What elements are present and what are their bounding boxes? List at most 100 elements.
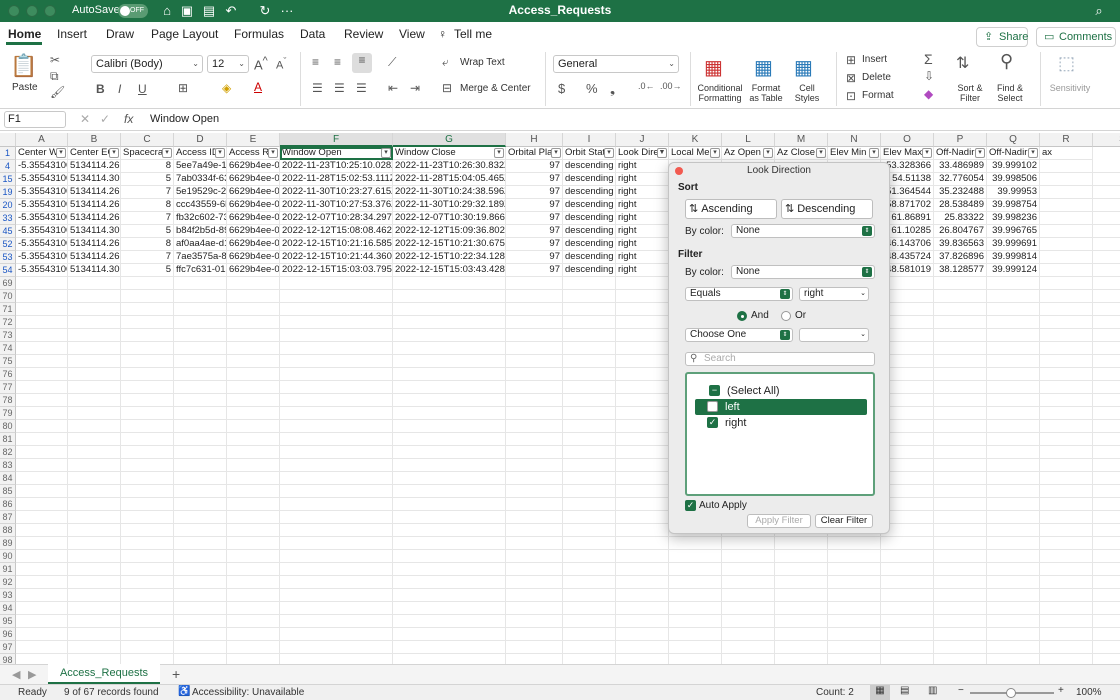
empty-cell[interactable] [68,537,121,550]
tab-review[interactable]: Review [344,27,383,41]
italic-icon[interactable]: I [118,82,121,96]
empty-cell[interactable] [393,641,506,654]
table-cell[interactable]: 5134114.266 [68,186,121,199]
empty-cell[interactable] [775,628,828,641]
empty-cell[interactable] [174,329,227,342]
table-cell[interactable]: 25.83322 [934,212,987,225]
empty-cell[interactable] [16,537,68,550]
table-cell[interactable]: descending [563,186,616,199]
empty-cell[interactable] [393,329,506,342]
table-cell[interactable]: 8 [121,160,174,173]
empty-cell[interactable] [68,485,121,498]
cell-styles-icon[interactable]: ▦ [794,55,813,80]
empty-cell[interactable] [174,420,227,433]
empty-cell[interactable] [1093,199,1120,212]
spreadsheet-grid[interactable]: ABCDEFGHIJKLMNOPQRS1Center W▾Center EC▾S… [0,133,1120,665]
empty-cell[interactable] [1040,628,1093,641]
table-cell[interactable]: 5 [121,173,174,186]
empty-cell[interactable] [616,433,669,446]
empty-cell[interactable] [121,641,174,654]
empty-cell[interactable] [227,472,280,485]
empty-cell[interactable] [393,511,506,524]
empty-cell[interactable] [121,602,174,615]
empty-cell[interactable] [1040,368,1093,381]
table-cell[interactable]: 39.999102 [987,160,1040,173]
empty-cell[interactable] [775,576,828,589]
table-cell[interactable]: af0aa4ae-d1 [174,238,227,251]
empty-cell[interactable] [227,602,280,615]
insert-button[interactable]: Insert [862,55,887,65]
empty-cell[interactable] [68,602,121,615]
header-cell[interactable]: Az Close ▾ [775,147,828,160]
table-cell[interactable]: 7 [121,212,174,225]
sensitivity-label[interactable]: Sensitivity [1044,83,1096,93]
find-select-label[interactable]: Find & Select [990,83,1030,103]
empty-cell[interactable] [563,433,616,446]
empty-cell[interactable] [280,472,393,485]
empty-cell[interactable] [506,550,563,563]
row-header[interactable]: 91 [0,563,16,576]
empty-cell[interactable] [1093,173,1120,186]
empty-cell[interactable] [616,290,669,303]
empty-cell[interactable] [881,550,934,563]
row-header[interactable]: 77 [0,381,16,394]
empty-cell[interactable] [1093,160,1120,173]
and-radio[interactable] [737,311,747,321]
table-cell[interactable]: 2022-11-23T10:25:10.028Z [280,160,393,173]
empty-cell[interactable] [174,537,227,550]
empty-cell[interactable] [1040,589,1093,602]
empty-cell[interactable] [987,368,1040,381]
empty-cell[interactable] [934,394,987,407]
empty-cell[interactable] [1093,212,1120,225]
empty-cell[interactable] [121,303,174,316]
empty-cell[interactable] [563,641,616,654]
column-header-e[interactable]: E [227,133,280,147]
filter-dropdown-icon[interactable]: ▾ [215,148,225,158]
empty-cell[interactable] [280,524,393,537]
empty-cell[interactable] [1040,641,1093,654]
row-header[interactable]: 53 [0,251,16,264]
empty-cell[interactable] [16,524,68,537]
header-cell[interactable]: Window Open ▾ [280,147,393,160]
row-header[interactable]: 79 [0,407,16,420]
empty-cell[interactable] [1093,264,1120,277]
table-cell[interactable]: 5134114.266 [68,212,121,225]
empty-cell[interactable] [227,446,280,459]
empty-cell[interactable] [393,368,506,381]
increase-indent-icon[interactable]: ⇥ [410,81,420,95]
table-cell[interactable]: right [616,173,669,186]
empty-cell[interactable] [987,472,1040,485]
borders-icon[interactable]: ⊞ [178,81,188,95]
empty-cell[interactable] [506,290,563,303]
empty-cell[interactable] [227,290,280,303]
empty-cell[interactable] [393,537,506,550]
empty-cell[interactable] [1040,524,1093,537]
empty-cell[interactable] [506,472,563,485]
comma-icon[interactable]: ❟ [610,81,615,97]
row-header[interactable]: 74 [0,342,16,355]
empty-cell[interactable] [934,368,987,381]
empty-cell[interactable] [1040,433,1093,446]
checkbox-select-all[interactable]: − [709,385,720,396]
empty-cell[interactable] [987,615,1040,628]
wrap-text-button[interactable]: Wrap Text [460,58,505,68]
column-header-s[interactable]: S [1093,133,1120,147]
number-format-select[interactable]: General ⌄ [553,55,679,73]
empty-cell[interactable] [616,277,669,290]
minimize-window-button[interactable] [26,5,38,17]
empty-cell[interactable] [722,615,775,628]
empty-cell[interactable] [174,368,227,381]
empty-cell[interactable] [616,368,669,381]
row-header[interactable]: 93 [0,589,16,602]
list-item-select-all[interactable]: − (Select All) [695,383,867,399]
empty-cell[interactable] [506,394,563,407]
sensitivity-icon[interactable]: ⬚ [1058,53,1075,74]
empty-cell[interactable] [280,641,393,654]
empty-cell[interactable] [16,511,68,524]
empty-cell[interactable] [881,589,934,602]
empty-cell[interactable] [722,537,775,550]
fill-icon[interactable]: ⇩ [924,69,934,83]
header-cell[interactable]: Center W ▾ [16,147,68,160]
table-cell[interactable]: -5.35543100 [16,186,68,199]
empty-cell[interactable] [506,316,563,329]
